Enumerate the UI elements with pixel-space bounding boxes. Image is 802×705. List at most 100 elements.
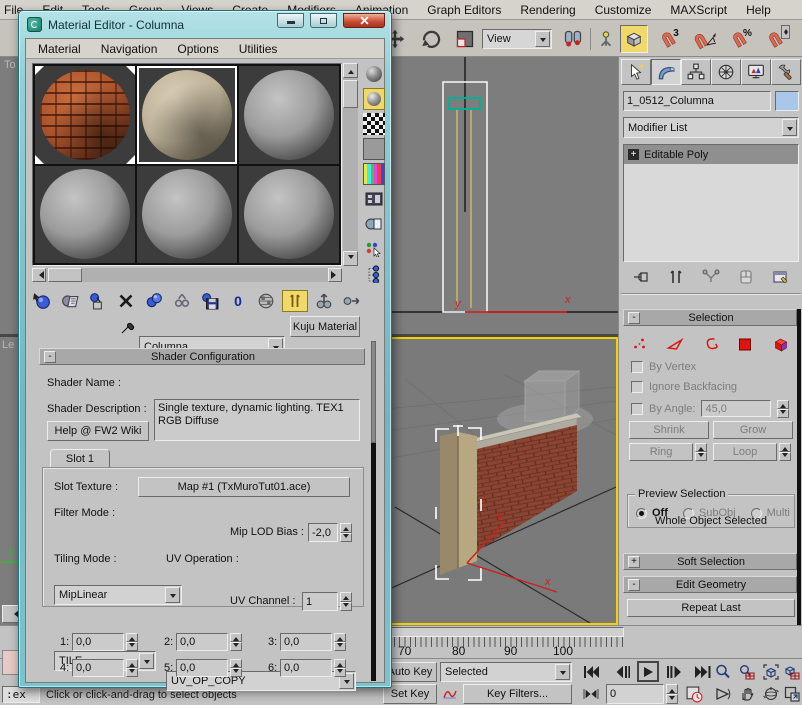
scroll-down-button[interactable] — [343, 251, 358, 266]
pan-button[interactable] — [736, 684, 758, 704]
uv-arg-3-spinner[interactable] — [334, 633, 346, 651]
sample-uv-tiling-button[interactable] — [363, 138, 385, 160]
uv-arg-3-field[interactable]: 0,0 — [280, 633, 332, 651]
show-map-in-viewport-button[interactable] — [254, 290, 278, 312]
get-material-button[interactable] — [30, 290, 54, 312]
timeline-strip[interactable] — [378, 627, 624, 637]
loop-spinner[interactable] — [779, 443, 791, 461]
help-fw2-wiki-button[interactable]: Help @ FW2 Wiki — [47, 421, 149, 441]
by-angle-field[interactable]: 45,0 — [701, 400, 771, 417]
material-id-channel-button[interactable]: 0 — [226, 290, 250, 312]
maximize-button[interactable] — [310, 13, 337, 28]
hscroll-thumb[interactable] — [48, 268, 82, 282]
material-type-button[interactable]: Kuju Material — [290, 316, 360, 337]
uv-arg-1-field[interactable]: 0,0 — [72, 633, 124, 651]
assign-material-to-selection-button[interactable] — [86, 290, 110, 312]
configure-modifier-sets-icon[interactable] — [772, 269, 790, 285]
close-button[interactable] — [343, 13, 385, 28]
zoom-button[interactable] — [712, 662, 734, 682]
filter-mode-dropdown[interactable]: MipLinear — [54, 585, 182, 605]
play-button[interactable] — [637, 661, 659, 682]
put-material-to-scene-button[interactable] — [58, 290, 82, 312]
collapse-box[interactable]: - — [628, 312, 640, 324]
object-name-field[interactable]: 1_0512_Columna — [623, 91, 771, 111]
uv-arg-5-spinner[interactable] — [230, 659, 242, 677]
perspective-viewport[interactable]: x y — [383, 337, 618, 625]
front-viewport[interactable]: y x — [383, 57, 618, 334]
backlight-button[interactable] — [363, 88, 385, 110]
shrink-button[interactable]: Shrink — [629, 421, 709, 439]
uv-arg-1-spinner[interactable] — [126, 633, 138, 651]
use-pivot-point-button[interactable] — [560, 26, 586, 52]
uv-arg-4-field[interactable]: 0,0 — [72, 659, 124, 677]
make-unique-button[interactable] — [170, 290, 194, 312]
repeat-last-button[interactable]: Repeat Last — [627, 599, 795, 617]
stack-item-editable-poly[interactable]: + Editable Poly — [624, 145, 798, 164]
sample-type-button[interactable] — [363, 63, 385, 85]
shader-configuration-header[interactable]: - Shader Configuration — [39, 348, 365, 365]
select-and-rotate-button[interactable] — [418, 26, 444, 52]
modifier-list-dropdown[interactable]: Modifier List — [623, 117, 799, 138]
background-button[interactable] — [363, 113, 385, 135]
slots-vscrollbar[interactable] — [343, 63, 358, 266]
show-end-result-button[interactable] — [282, 290, 308, 312]
uv-arg-6-field[interactable]: 0,0 — [280, 659, 332, 677]
selection-rollout-header[interactable]: - Selection — [623, 309, 797, 326]
tab-hierarchy[interactable] — [681, 59, 711, 85]
key-mode-toggle-button[interactable] — [578, 684, 604, 704]
snaps-toggle-button[interactable] — [620, 25, 648, 53]
stack-expand-box[interactable]: + — [628, 149, 639, 160]
tab-utilities[interactable] — [771, 59, 801, 85]
angle-snap-button[interactable] — [690, 25, 720, 53]
menu-graph-editors[interactable]: Graph Editors — [427, 3, 501, 17]
command-panel-scrollbar[interactable] — [797, 309, 801, 657]
polygon-subobject-icon[interactable] — [737, 336, 754, 352]
make-preview-button[interactable] — [363, 188, 385, 210]
ring-button[interactable]: Ring — [629, 443, 693, 461]
menu-options[interactable]: Options — [177, 42, 218, 56]
grow-button[interactable]: Grow — [713, 421, 793, 439]
sample-slot-6[interactable] — [239, 166, 339, 264]
key-filters-button[interactable]: Key Filters... — [463, 684, 572, 704]
sample-slot-3[interactable] — [239, 66, 339, 164]
sample-slot-4[interactable] — [35, 166, 135, 264]
uv-arg-2-spinner[interactable] — [230, 633, 242, 651]
go-to-parent-button[interactable] — [312, 290, 336, 312]
slot1-tab[interactable]: Slot 1 — [50, 449, 110, 468]
mip-lod-bias-field[interactable]: -2,0 — [308, 523, 338, 542]
show-end-result-icon[interactable] — [669, 269, 683, 285]
by-angle-spinner[interactable] — [777, 400, 789, 417]
collapse-box[interactable]: - — [44, 351, 56, 363]
vscroll-thumb[interactable] — [343, 80, 358, 108]
slot-texture-button[interactable]: Map #1 (TxMuroTut01.ace) — [138, 477, 350, 497]
material-map-navigator-button[interactable] — [363, 263, 385, 285]
collapse-box[interactable]: - — [628, 579, 640, 591]
current-frame-field[interactable]: 0 — [606, 684, 664, 704]
make-unique-icon[interactable] — [702, 269, 720, 285]
dropdown-arrow-icon[interactable] — [535, 31, 550, 47]
tab-motion[interactable] — [711, 59, 741, 85]
scroll-up-button[interactable] — [343, 63, 358, 78]
ring-spinner[interactable] — [695, 443, 707, 461]
params-scrollbar[interactable] — [371, 341, 376, 681]
reset-map-button[interactable] — [114, 290, 138, 312]
pin-stack-icon[interactable] — [632, 269, 650, 285]
edit-geometry-rollout-header[interactable]: - Edit Geometry — [623, 576, 797, 593]
material-editor-options-button[interactable] — [363, 213, 385, 235]
uv-arg-4-spinner[interactable] — [126, 659, 138, 677]
sample-slot-5[interactable] — [137, 166, 237, 264]
time-configuration-button[interactable] — [682, 684, 706, 704]
zoom-extents-button[interactable] — [760, 662, 782, 682]
soft-selection-rollout-header[interactable]: + Soft Selection — [623, 553, 797, 570]
menu-navigation[interactable]: Navigation — [101, 42, 158, 56]
menu-help[interactable]: Help — [746, 3, 771, 17]
select-and-manipulate-button[interactable] — [594, 26, 618, 52]
field-of-view-button[interactable] — [712, 684, 734, 704]
uv-arg-2-field[interactable]: 0,0 — [176, 633, 228, 651]
menu-maxscript[interactable]: MAXScript — [670, 3, 727, 17]
put-to-library-button[interactable] — [198, 290, 222, 312]
zoom-all-button[interactable] — [736, 662, 758, 682]
element-subobject-icon[interactable] — [772, 336, 791, 352]
menu-material[interactable]: Material — [38, 42, 81, 56]
dropdown-arrow-icon[interactable] — [165, 587, 180, 603]
